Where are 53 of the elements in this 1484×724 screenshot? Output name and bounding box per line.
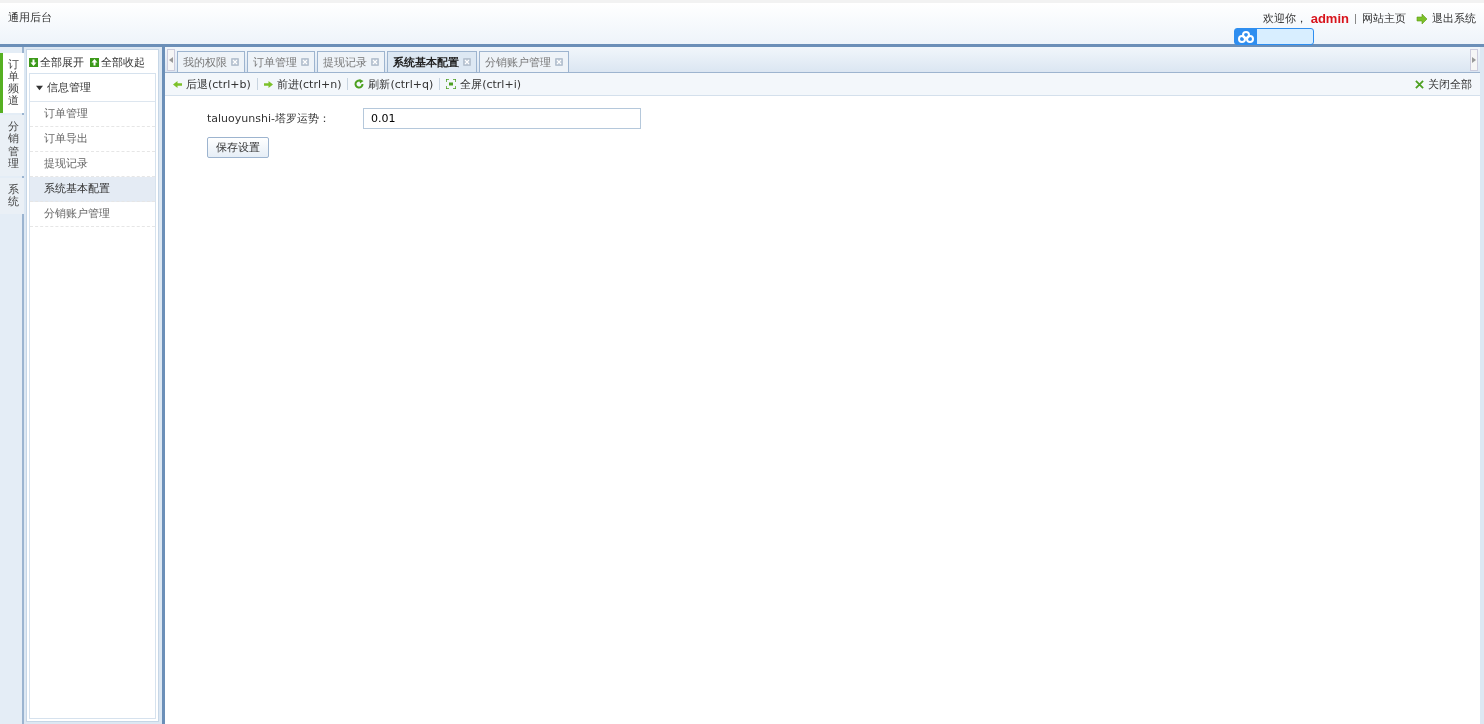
page-tab[interactable]: 订单管理 [247,51,315,72]
user-name: admin [1310,11,1349,26]
page-tab[interactable]: 系统基本配置 [387,51,477,72]
channel-tab[interactable]: 系统 [0,177,24,214]
expand-all-button[interactable]: 全部展开 [29,55,84,70]
toolbar-button[interactable]: 前进(ctrl+n) [263,76,342,92]
cloud-icon [1238,30,1254,43]
close-icon[interactable] [301,58,309,66]
channel-tab[interactable]: 分销管理 [0,115,24,176]
page-tab[interactable]: 我的权限 [177,51,245,72]
welcome-label: 欢迎你， [1262,11,1307,26]
tree-item[interactable]: 订单导出 [30,127,155,152]
tree-item[interactable]: 订单管理 [30,102,155,127]
refresh-icon [354,79,365,89]
tab-label: 我的权限 [183,54,227,70]
input-field[interactable]: 0.01 [363,108,641,129]
scroll-right-button[interactable] [1470,48,1478,71]
arrow-down-icon [29,58,38,67]
arrow-left-icon [173,79,182,89]
collapse-all-button[interactable]: 全部收起 [90,55,145,70]
page-tab[interactable]: 提现记录 [317,51,385,72]
arrow-right-icon [1416,12,1428,25]
chevron-left-icon [169,56,173,63]
close-icon[interactable] [555,58,563,66]
tree-item[interactable]: 分销账户管理 [30,202,155,227]
fullscreen-icon [446,79,457,89]
tree-item[interactable]: 系统基本配置 [30,177,155,202]
logout-link[interactable]: 退出系统 [1432,11,1476,26]
home-link[interactable]: 网站主页 [1362,11,1406,26]
arrow-right-icon [263,79,273,89]
close-all-button[interactable]: 关闭全部 [1415,76,1472,92]
page-tab[interactable]: 分销账户管理 [479,51,569,72]
chevron-right-icon [1472,56,1476,63]
app-title: 通用后台 [8,10,52,25]
toolbar-button[interactable]: 刷新(ctrl+q) [354,76,434,92]
tab-label: 分销账户管理 [485,54,551,70]
arrow-up-icon [90,58,99,67]
tree-group[interactable]: 信息管理 [30,74,155,102]
scroll-left-button[interactable] [167,48,175,71]
save-button[interactable]: 保存设置 [207,137,269,158]
toolbar-button[interactable]: 全屏(ctrl+i) [446,76,521,92]
tab-label: 订单管理 [253,54,297,70]
close-icon [1415,79,1424,89]
floating-widget[interactable] [1234,28,1314,45]
caret-icon [36,84,43,91]
close-icon[interactable] [463,58,471,66]
close-icon[interactable] [371,58,379,66]
close-icon[interactable] [231,58,239,66]
field-label: taluoyunshi-塔罗运势： [207,111,331,126]
tab-label: 系统基本配置 [393,54,459,70]
tab-label: 提现记录 [323,54,367,70]
toolbar-button[interactable]: 后退(ctrl+b) [173,76,251,92]
channel-tab[interactable]: 订单频道 [0,53,24,114]
